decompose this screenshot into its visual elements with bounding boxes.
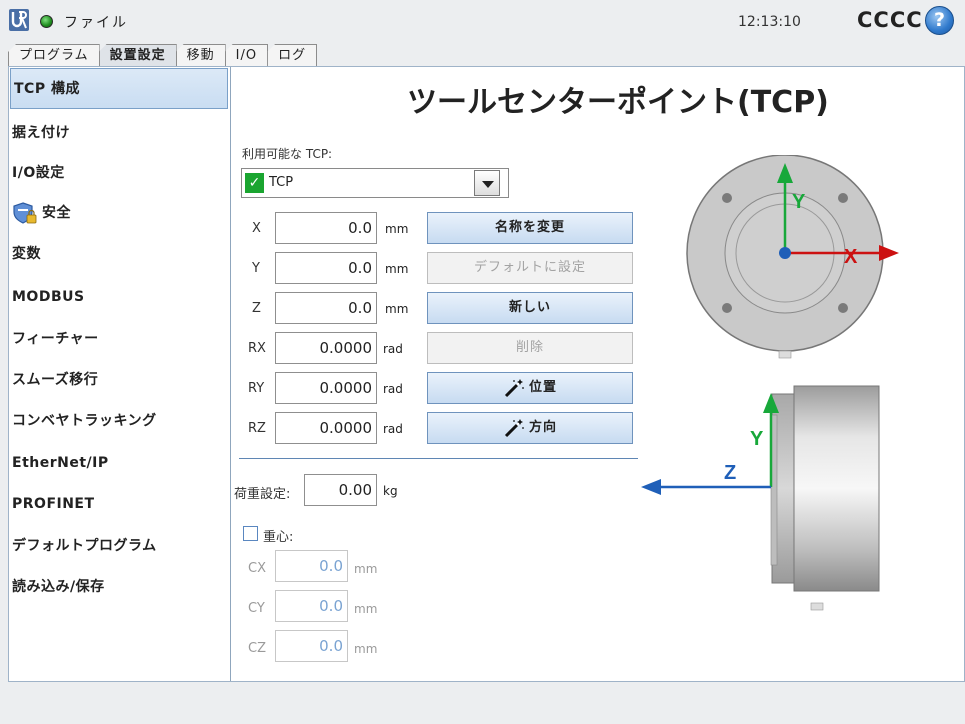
field-ry-unit: rad <box>383 382 403 396</box>
sidebar-item-safety[interactable]: 安全 <box>9 193 230 234</box>
sidebar-item-smooth-transition[interactable]: スムーズ移行 <box>9 360 230 401</box>
sidebar-item-default-program[interactable]: デフォルトプログラム <box>9 526 230 567</box>
main-tabs: プログラム 設置設定 移動 I/O ログ <box>8 44 318 67</box>
tab-log[interactable]: ログ <box>267 44 318 66</box>
tcp-dropdown-button[interactable] <box>474 170 500 196</box>
magic-wand-icon <box>504 418 524 437</box>
sidebar: TCP 構成 据え付け I/O設定 安全 変数 MODBUS フィーチャー スム… <box>9 67 231 681</box>
cog-y-label: CY <box>248 601 265 616</box>
sidebar-item-variables[interactable]: 変数 <box>9 234 230 275</box>
delete-button[interactable]: 削除 <box>427 332 633 364</box>
tcp-select[interactable]: ✓ TCP <box>241 168 509 198</box>
field-z-input[interactable]: 0.0 <box>275 292 377 324</box>
field-rx-unit: rad <box>383 342 403 356</box>
axis-z-label-side: Z <box>724 462 736 484</box>
field-z-label: Z <box>252 301 261 316</box>
separator <box>239 458 638 459</box>
safety-shield-lock-icon <box>13 202 37 224</box>
available-tcp-label: 利用可能な TCP: <box>242 147 333 161</box>
flange-top-view: X Y <box>686 155 899 359</box>
field-rz-unit: rad <box>383 422 403 436</box>
cog-x-unit: mm <box>354 562 378 576</box>
tool-flange-diagram: X Y Y Z <box>641 155 899 611</box>
field-ry-input[interactable]: 0.0000 <box>275 372 377 404</box>
cog-y-input[interactable]: 0.0 <box>275 590 348 622</box>
payload-input[interactable]: 0.00 <box>304 474 377 506</box>
page-title: ツールセンターポイント(TCP) <box>407 85 829 120</box>
field-rx-label: RX <box>248 341 266 356</box>
sidebar-item-mounting[interactable]: 据え付け <box>9 113 230 154</box>
cog-x-label: CX <box>248 561 266 576</box>
axis-y-label-side: Y <box>750 428 764 450</box>
rename-button[interactable]: 名称を変更 <box>427 212 633 244</box>
teach-position-label: 位置 <box>528 380 557 395</box>
top-bar: ファイル 12:13:10 CCCC ? <box>0 0 965 42</box>
cog-z-unit: mm <box>354 642 378 656</box>
sidebar-item-modbus[interactable]: MODBUS <box>9 277 230 318</box>
tab-program[interactable]: プログラム <box>8 44 100 66</box>
ur-logo-icon <box>9 9 29 31</box>
sidebar-item-features[interactable]: フィーチャー <box>9 319 230 360</box>
teach-position-button[interactable]: 位置 <box>427 372 633 404</box>
bottom-bar <box>0 682 965 724</box>
sidebar-item-profinet[interactable]: PROFINET <box>9 484 230 525</box>
field-y-input[interactable]: 0.0 <box>275 252 377 284</box>
tab-move[interactable]: 移動 <box>175 44 226 66</box>
cog-label: 重心: <box>263 530 294 545</box>
tcp-default-check-icon: ✓ <box>245 173 264 193</box>
field-x-unit: mm <box>385 222 409 236</box>
field-z-unit: mm <box>385 302 409 316</box>
help-button[interactable]: ? <box>925 6 954 35</box>
field-rz-label: RZ <box>248 421 266 436</box>
field-x-label: X <box>252 221 261 236</box>
main-panel: TCP 構成 据え付け I/O設定 安全 変数 MODBUS フィーチャー スム… <box>8 66 965 682</box>
flange-side-view: Y Z <box>641 385 880 611</box>
sidebar-item-tcp[interactable]: TCP 構成 <box>10 68 228 109</box>
payload-unit: kg <box>383 484 398 498</box>
axis-y-label-top: Y <box>792 191 806 213</box>
set-default-button[interactable]: デフォルトに設定 <box>427 252 633 284</box>
tcp-select-value: TCP <box>269 175 294 190</box>
axis-x-label-top: X <box>844 246 858 268</box>
field-y-unit: mm <box>385 262 409 276</box>
sidebar-item-load-save[interactable]: 読み込み/保存 <box>9 567 230 608</box>
cog-x-input[interactable]: 0.0 <box>275 550 348 582</box>
sidebar-item-conveyor-tracking[interactable]: コンベヤトラッキング <box>9 401 230 442</box>
sidebar-item-io-setup[interactable]: I/O設定 <box>9 153 230 194</box>
payload-label: 荷重設定: <box>234 487 291 502</box>
teach-orientation-button[interactable]: 方向 <box>427 412 633 444</box>
field-ry-label: RY <box>248 381 265 396</box>
sidebar-item-label: 安全 <box>42 205 71 221</box>
field-rx-input[interactable]: 0.0000 <box>275 332 377 364</box>
tab-io[interactable]: I/O <box>224 44 269 66</box>
field-rz-input[interactable]: 0.0000 <box>275 412 377 444</box>
field-x-input[interactable]: 0.0 <box>275 212 377 244</box>
new-tcp-button[interactable]: 新しい <box>427 292 633 324</box>
teach-orientation-label: 方向 <box>528 420 557 435</box>
cog-z-input[interactable]: 0.0 <box>275 630 348 662</box>
cog-z-label: CZ <box>248 641 266 656</box>
field-y-label: Y <box>252 261 260 276</box>
cog-y-unit: mm <box>354 602 378 616</box>
sidebar-item-ethernet-ip[interactable]: EtherNet/IP <box>9 443 230 484</box>
magic-wand-icon <box>504 378 524 397</box>
cog-checkbox[interactable] <box>243 526 258 541</box>
robot-name: CCCC <box>857 8 923 32</box>
tab-installation[interactable]: 設置設定 <box>98 44 177 67</box>
tcp-content: ツールセンターポイント(TCP) 利用可能な TCP: ✓ TCP X 0.0 … <box>231 67 965 681</box>
robot-status-icon[interactable] <box>40 15 53 28</box>
file-menu[interactable]: ファイル <box>64 12 128 32</box>
clock: 12:13:10 <box>738 14 801 30</box>
